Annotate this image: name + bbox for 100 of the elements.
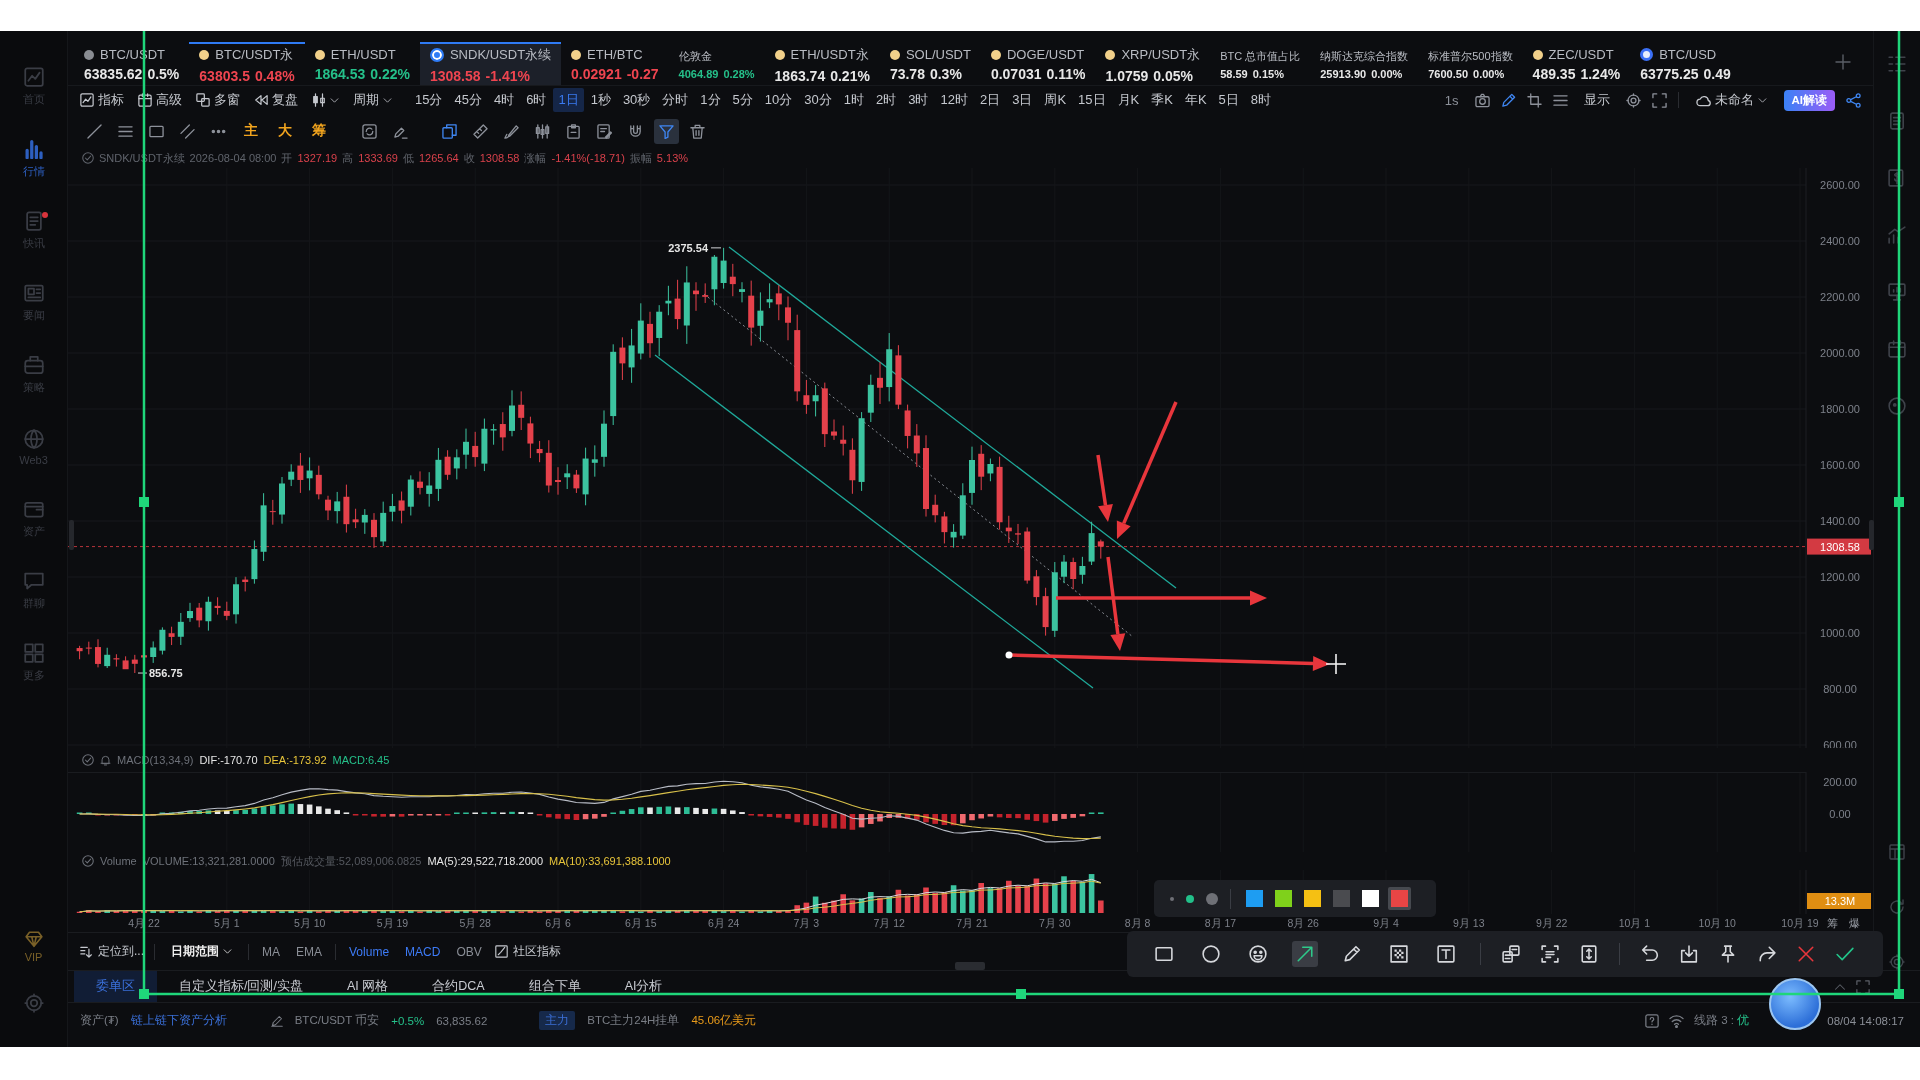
period-dropdown[interactable]: 周期 <box>347 89 398 111</box>
ticker-tab[interactable]: ZEC/USDT 489.35 1.24% <box>1522 42 1631 85</box>
confirm-icon[interactable] <box>1836 945 1854 963</box>
fullscreen-icon[interactable] <box>1651 92 1667 108</box>
indicator-tab[interactable]: MACD <box>402 942 444 961</box>
layout-name-dropdown[interactable]: 未命名 <box>1689 89 1773 111</box>
brush-size-dot[interactable] <box>1170 896 1174 901</box>
save-icon[interactable] <box>1680 945 1698 963</box>
settings-icon[interactable] <box>1889 954 1905 970</box>
locate-button[interactable]: 定位到... <box>80 943 144 960</box>
refresh-icon[interactable] <box>1889 899 1905 915</box>
ticker-tab[interactable]: 伦敦金 4064.89 0.28% <box>668 42 765 85</box>
period-tab[interactable]: 年K <box>1179 88 1212 112</box>
ticker-tab[interactable]: 标准普尔500指数 7600.50 0.00% <box>1418 42 1523 85</box>
share-icon[interactable] <box>1846 92 1861 108</box>
ticker-tab[interactable]: BTC/USD 63775.25 0.49 <box>1630 42 1741 85</box>
scroll-capture-icon[interactable] <box>1580 945 1598 963</box>
bottom-tab[interactable]: 自定义指标/回测/实盘 <box>157 971 325 1002</box>
period-tab[interactable]: 30秒 <box>617 88 656 112</box>
capture-handle[interactable] <box>139 989 149 999</box>
axis-toggle[interactable]: 爆 <box>1848 917 1860 929</box>
period-tab[interactable]: 1秒 <box>585 88 616 112</box>
toolbar-button[interactable]: 复盘 <box>248 89 304 111</box>
period-tab[interactable]: 6时 <box>521 88 552 112</box>
brush-size-dot[interactable] <box>1186 894 1194 903</box>
bottom-tab[interactable]: 委单区 <box>74 971 157 1002</box>
scan-text-icon[interactable] <box>1541 945 1559 963</box>
calendar-icon[interactable] <box>1888 340 1906 358</box>
bottom-tab[interactable]: AI 网格 <box>324 971 411 1002</box>
ticker-tab[interactable]: BTC 总市值占比 58.59 0.15% <box>1210 42 1311 85</box>
camera-icon[interactable] <box>1474 92 1490 108</box>
close-icon[interactable] <box>1797 945 1815 963</box>
ticker-tab[interactable]: SOL/USDT 73.78 0.3% <box>879 42 981 85</box>
bar-trend-icon[interactable] <box>1888 226 1906 244</box>
period-tab[interactable]: 5日 <box>1213 88 1244 112</box>
period-tab[interactable]: 月K <box>1112 88 1145 112</box>
indicator-tab[interactable]: MA <box>259 942 283 961</box>
panel-resize-handle[interactable] <box>955 962 985 970</box>
drawing-tool-button[interactable] <box>654 118 679 144</box>
period-tab[interactable]: 2时 <box>871 88 902 112</box>
ticker-tab[interactable]: DOGE/USDT 0.07031 0.11% <box>980 42 1096 85</box>
brush-size-dot[interactable] <box>1206 892 1218 905</box>
period-tab[interactable]: 4时 <box>488 88 520 112</box>
indicator-toggle[interactable]: 大 <box>271 119 299 143</box>
monitor-icon[interactable] <box>1888 283 1906 301</box>
help-icon[interactable] <box>1645 1013 1660 1028</box>
document-icon[interactable] <box>1888 112 1906 130</box>
bottom-tab[interactable]: 组合下单 <box>506 971 603 1002</box>
pin-icon[interactable] <box>1719 945 1737 963</box>
period-tab[interactable]: 45分 <box>449 88 487 112</box>
layers-icon[interactable] <box>1502 945 1520 963</box>
ticker-tab[interactable]: XRP/USDT永 1.0759 0.05% <box>1095 42 1211 85</box>
period-tab[interactable]: 季K <box>1146 88 1178 112</box>
share-icon[interactable] <box>1758 945 1776 963</box>
period-tab[interactable]: 10分 <box>759 88 798 112</box>
ticker-tab[interactable]: ETH/BTC 0.02921 -0.27 <box>561 42 669 85</box>
ticker-tab[interactable]: ETH/USDT 1864.53 0.22% <box>304 42 420 85</box>
community-indicators-button[interactable]: 社区指标 <box>494 943 561 960</box>
period-tab[interactable]: 15分 <box>410 88 448 112</box>
capture-handle[interactable] <box>1016 989 1026 999</box>
period-tab[interactable]: 30分 <box>799 88 837 112</box>
display-button[interactable]: 显示 <box>1578 88 1615 112</box>
period-tab[interactable]: 2日 <box>974 88 1006 112</box>
pencil-icon[interactable] <box>270 1014 283 1027</box>
ticker-tab[interactable]: BTC/USDT永 63803.5 0.48% <box>189 42 305 85</box>
indicator-tab[interactable]: EMA <box>293 942 326 961</box>
capture-handle[interactable] <box>139 497 149 507</box>
indicator-tab[interactable]: OBV <box>453 942 485 961</box>
capture-handle[interactable] <box>1894 497 1904 507</box>
collapse-handle[interactable] <box>69 520 74 550</box>
floating-assistant-button[interactable] <box>1769 978 1821 1030</box>
bottom-tab[interactable]: AI分析 <box>602 971 685 1002</box>
period-tab[interactable]: 分时 <box>657 88 694 112</box>
expand-icon[interactable] <box>1856 979 1870 994</box>
period-tab[interactable]: 1分 <box>695 88 726 112</box>
period-tab[interactable]: 1日 <box>553 88 584 112</box>
indicator-toggle[interactable]: 主 <box>237 119 265 143</box>
period-tab[interactable]: 周K <box>1039 88 1072 112</box>
ai-interpret-button[interactable]: AI解读 <box>1783 89 1835 111</box>
toolbar-button[interactable]: 多窗 <box>190 89 246 111</box>
period-tab[interactable]: 15日 <box>1073 88 1111 112</box>
asset-analysis-link[interactable]: 链上链下资产分析 <box>130 1013 227 1028</box>
list-icon[interactable] <box>1552 92 1568 108</box>
interval-button[interactable]: 1s <box>1439 89 1464 111</box>
settings-icon[interactable] <box>1625 92 1641 108</box>
circle-dot-icon[interactable] <box>1888 397 1906 415</box>
period-tab[interactable]: 8时 <box>1245 88 1276 112</box>
toolbar-button[interactable]: 高级 <box>132 89 188 111</box>
capture-handle[interactable] <box>1894 989 1904 999</box>
crop-icon[interactable] <box>1526 92 1542 108</box>
dollar-document-icon[interactable] <box>1888 169 1906 187</box>
date-range-dropdown[interactable]: 日期范围 <box>165 941 238 962</box>
list-icon[interactable] <box>1888 55 1906 73</box>
period-tab[interactable]: 3日 <box>1007 88 1038 112</box>
ticker-tab[interactable]: ETH/USDT永 1863.74 0.21% <box>764 42 880 85</box>
collapse-handle[interactable] <box>1869 520 1874 550</box>
bottom-tab[interactable]: 合约DCA <box>410 971 507 1002</box>
indicator-toggle[interactable]: 筹 <box>305 119 333 143</box>
period-tab[interactable]: 1时 <box>838 88 869 112</box>
axis-toggle[interactable]: 筹 <box>1826 917 1838 929</box>
